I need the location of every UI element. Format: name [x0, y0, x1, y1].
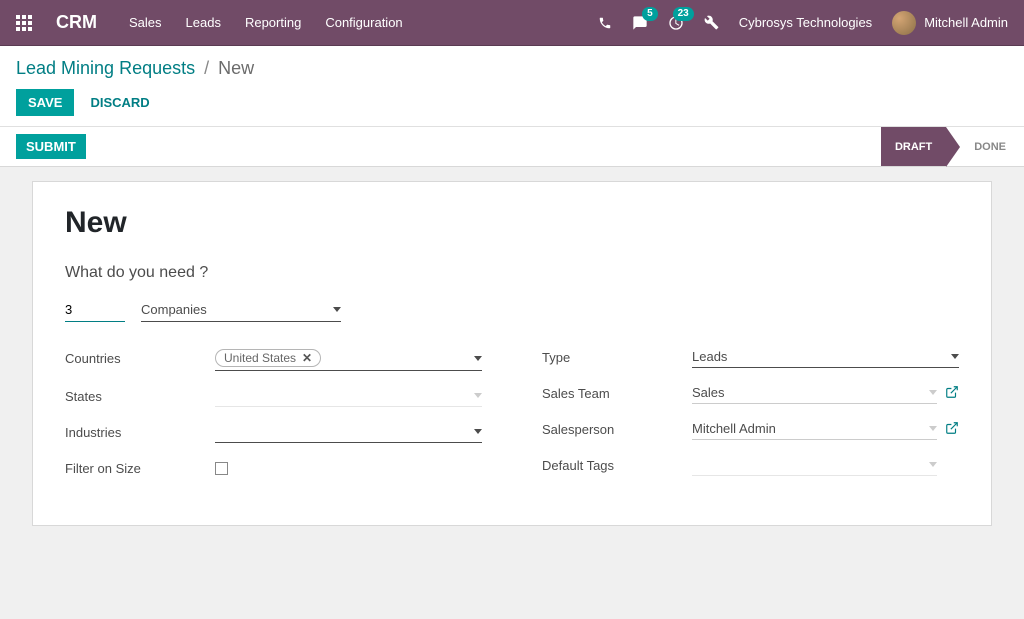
- apps-icon[interactable]: [16, 15, 32, 31]
- messages-icon[interactable]: 5: [632, 15, 648, 31]
- nav-right: 5 23 Cybrosys Technologies Mitchell Admi…: [598, 11, 1008, 35]
- chevron-down-icon: [951, 354, 959, 359]
- avatar: [892, 11, 916, 35]
- phone-icon[interactable]: [598, 16, 612, 30]
- page-subtitle: What do you need ?: [65, 264, 959, 282]
- sales-team-row: Sales Team Sales: [542, 382, 959, 404]
- industries-field[interactable]: [215, 421, 482, 443]
- save-button[interactable]: SAVE: [16, 89, 74, 116]
- statusbar-left: SUBMIT: [16, 127, 86, 166]
- activities-badge: 23: [673, 7, 694, 21]
- activities-icon[interactable]: 23: [668, 15, 684, 31]
- filter-size-field-wrap: [215, 462, 482, 475]
- user-name: Mitchell Admin: [924, 15, 1008, 30]
- form-sheet: New What do you need ? Companies Countri…: [32, 181, 992, 526]
- chevron-down-icon: [929, 426, 937, 431]
- control-buttons: SAVE DISCARD: [16, 89, 1008, 116]
- salesperson-field[interactable]: Mitchell Admin: [692, 418, 937, 440]
- menu-reporting[interactable]: Reporting: [245, 15, 301, 30]
- sales-team-value: Sales: [692, 385, 923, 400]
- breadcrumb-sep: /: [204, 58, 209, 78]
- salesperson-label: Salesperson: [542, 422, 692, 437]
- default-tags-field[interactable]: [692, 454, 937, 476]
- messages-badge: 5: [642, 7, 658, 21]
- industries-row: Industries: [65, 421, 482, 443]
- close-icon[interactable]: ✕: [302, 351, 312, 365]
- countries-row: Countries United States ✕: [65, 346, 482, 371]
- chevron-down-icon: [929, 390, 937, 395]
- states-label: States: [65, 389, 215, 404]
- salesperson-value: Mitchell Admin: [692, 421, 923, 436]
- external-link-icon[interactable]: [945, 421, 959, 438]
- chevron-down-icon: [474, 429, 482, 434]
- number-input[interactable]: [65, 298, 125, 322]
- tools-icon[interactable]: [704, 15, 719, 30]
- states-field[interactable]: [215, 385, 482, 407]
- breadcrumb-parent[interactable]: Lead Mining Requests: [16, 58, 195, 78]
- discard-button[interactable]: DISCARD: [90, 95, 149, 110]
- industries-label: Industries: [65, 425, 215, 440]
- app-name[interactable]: CRM: [56, 12, 97, 33]
- states-row: States: [65, 385, 482, 407]
- right-column: Type Leads Sales Team Sales: [542, 346, 959, 493]
- chevron-down-icon: [929, 462, 937, 467]
- countries-label: Countries: [65, 351, 215, 366]
- statusbar-right: DRAFT DONE: [881, 127, 1024, 166]
- form-columns: Countries United States ✕ States: [65, 346, 959, 493]
- target-select[interactable]: Companies: [141, 298, 341, 322]
- nav-left: CRM Sales Leads Reporting Configuration: [16, 12, 598, 33]
- filter-size-checkbox[interactable]: [215, 462, 228, 475]
- content-wrap: New What do you need ? Companies Countri…: [0, 181, 1024, 550]
- status-bar: SUBMIT DRAFT DONE: [0, 127, 1024, 167]
- control-bar: Lead Mining Requests / New SAVE DISCARD: [0, 46, 1024, 127]
- chevron-down-icon: [333, 307, 341, 312]
- type-field[interactable]: Leads: [692, 346, 959, 368]
- default-tags-row: Default Tags: [542, 454, 959, 476]
- page-title: New: [65, 206, 959, 240]
- menu-leads[interactable]: Leads: [186, 15, 221, 30]
- external-link-icon[interactable]: [945, 385, 959, 402]
- sales-team-field[interactable]: Sales: [692, 382, 937, 404]
- chevron-down-icon: [474, 393, 482, 398]
- default-tags-label: Default Tags: [542, 458, 692, 473]
- breadcrumb: Lead Mining Requests / New: [16, 58, 1008, 79]
- type-row: Type Leads: [542, 346, 959, 368]
- target-value: Companies: [141, 302, 207, 317]
- status-draft[interactable]: DRAFT: [881, 127, 946, 166]
- type-value: Leads: [692, 349, 945, 364]
- menu-sales[interactable]: Sales: [129, 15, 162, 30]
- main-navbar: CRM Sales Leads Reporting Configuration …: [0, 0, 1024, 46]
- sales-team-label: Sales Team: [542, 386, 692, 401]
- breadcrumb-current: New: [218, 58, 254, 78]
- filter-size-row: Filter on Size: [65, 457, 482, 479]
- menu-configuration[interactable]: Configuration: [325, 15, 402, 30]
- country-tag-label: United States: [224, 351, 296, 365]
- salesperson-row: Salesperson Mitchell Admin: [542, 418, 959, 440]
- submit-button[interactable]: SUBMIT: [16, 134, 86, 159]
- countries-field[interactable]: United States ✕: [215, 346, 482, 371]
- filter-size-label: Filter on Size: [65, 461, 215, 476]
- country-tag: United States ✕: [215, 349, 321, 367]
- type-label: Type: [542, 350, 692, 365]
- left-column: Countries United States ✕ States: [65, 346, 482, 493]
- chevron-down-icon: [474, 356, 482, 361]
- company-selector[interactable]: Cybrosys Technologies: [739, 15, 872, 30]
- user-menu[interactable]: Mitchell Admin: [892, 11, 1008, 35]
- need-row: Companies: [65, 298, 959, 322]
